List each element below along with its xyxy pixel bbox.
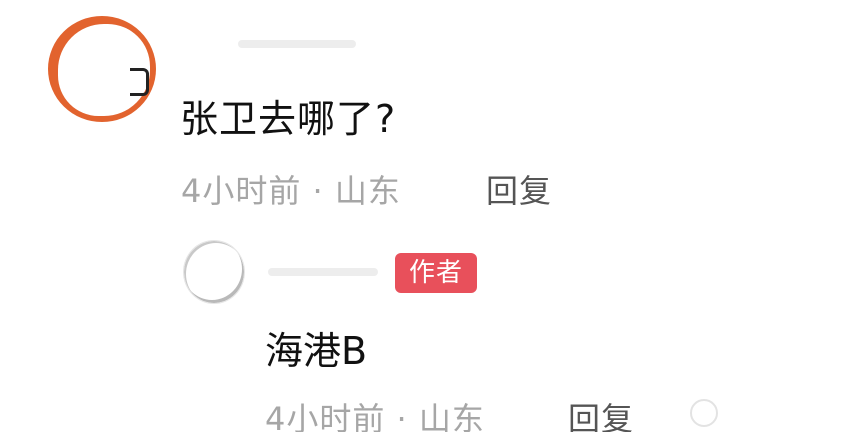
comment-text: 张卫去哪了? <box>180 97 397 141</box>
comment-thread: 张卫去哪了? 4小时前 · 山东 回复 作者 海港B 4小时前 · 山东 回复 <box>0 0 847 432</box>
commenter-avatar[interactable] <box>48 16 156 122</box>
reply-button[interactable]: 回复 <box>486 166 552 212</box>
watermark-circle-icon <box>690 398 718 427</box>
avatar-glyph-icon <box>130 68 149 96</box>
author-badge: 作者 <box>395 253 477 293</box>
commenter-name-blurred <box>238 40 356 48</box>
author-name-blurred <box>268 268 378 276</box>
reply-text: 海港B <box>265 329 368 373</box>
author-avatar[interactable] <box>183 240 245 304</box>
reply-to-reply-button[interactable]: 回复 <box>568 394 634 432</box>
comment-meta: 4小时前 · 山东 <box>181 172 401 210</box>
watermark-logo <box>690 395 830 429</box>
reply-meta: 4小时前 · 山东 <box>265 400 485 432</box>
avatar-image <box>184 241 244 303</box>
